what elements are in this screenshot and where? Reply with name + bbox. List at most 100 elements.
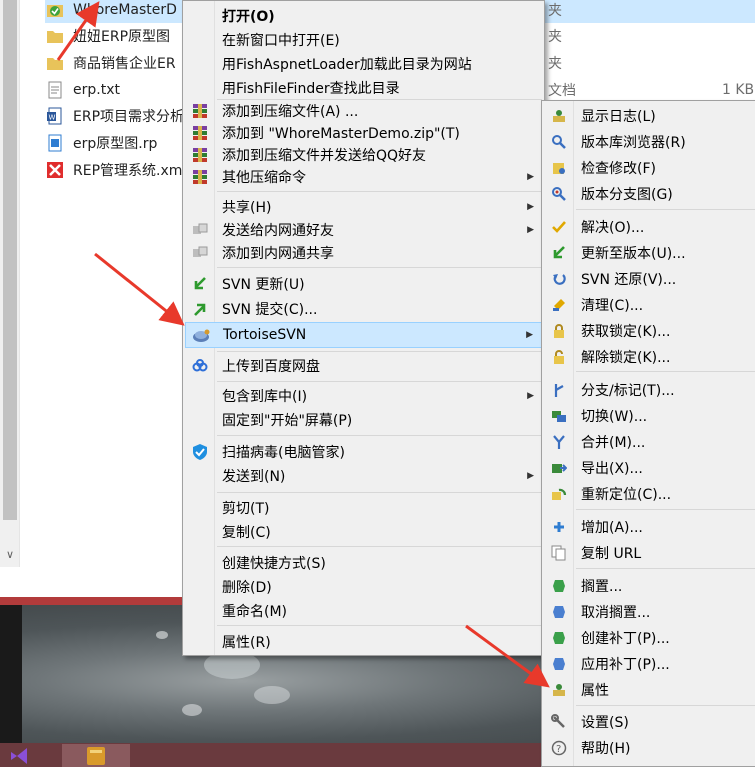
menu-item-share[interactable]: 共享(H) ▶: [185, 195, 542, 219]
vertical-scrollbar[interactable]: ∨: [0, 0, 20, 567]
folder-icon: [45, 26, 65, 46]
svn-item-branch-tag[interactable]: 分支/标记(T)...: [544, 378, 755, 402]
winrar-icon: [191, 168, 209, 186]
menu-item-rename[interactable]: 重命名(M): [185, 599, 542, 623]
menu-item-add-to-zip[interactable]: 添加到 "WhoreMasterDemo.zip"(T): [185, 121, 542, 145]
menu-item-baidu-netdisk[interactable]: 上传到百度网盘: [185, 354, 542, 378]
menu-separator: [217, 435, 542, 436]
menu-item-label: 扫描病毒(电脑管家): [222, 445, 345, 461]
scrollbar-thumb[interactable]: [3, 0, 17, 520]
cleanup-icon: [550, 296, 568, 314]
file-type: 夹: [548, 29, 562, 45]
menu-separator: [217, 191, 542, 192]
file-name: ERP项目需求分析: [73, 109, 185, 125]
menu-item-label: 复制(C): [222, 525, 271, 541]
svn-item-update-to-revision[interactable]: 更新至版本(U)...: [544, 241, 755, 265]
svn-item-resolve[interactable]: 解决(O)...: [544, 215, 755, 239]
svn-item-get-lock[interactable]: 获取锁定(K)...: [544, 319, 755, 343]
svn-item-properties[interactable]: 属性: [544, 678, 755, 702]
svn-item-export[interactable]: 导出(X)...: [544, 456, 755, 480]
menu-item-include-in-library[interactable]: 包含到库中(I) ▶: [185, 384, 542, 408]
menu-item-virus-scan[interactable]: 扫描病毒(电脑管家): [185, 440, 542, 464]
menu-item-label: 添加到 "WhoreMasterDemo.zip"(T): [222, 126, 460, 142]
svg-text:?: ?: [556, 744, 561, 755]
submenu-arrow-icon: ▶: [527, 391, 534, 401]
book-icon: [87, 746, 105, 765]
svn-item-add[interactable]: 增加(A)...: [544, 515, 755, 539]
svn-item-switch[interactable]: 切换(W)...: [544, 404, 755, 428]
menu-item-copy[interactable]: 复制(C): [185, 520, 542, 544]
svn-item-help[interactable]: ? 帮助(H): [544, 736, 755, 760]
menu-item-svn-commit[interactable]: SVN 提交(C)...: [185, 297, 542, 321]
menu-item-open-new-window[interactable]: 在新窗口中打开(E): [185, 28, 542, 52]
svn-item-cleanup[interactable]: 清理(C)...: [544, 293, 755, 317]
menu-item-label: 添加到压缩文件(A) ...: [222, 104, 359, 120]
unlock-icon: [550, 348, 568, 366]
export-icon: [550, 459, 568, 477]
menu-item-label: 显示日志(L): [581, 109, 656, 125]
visual-studio-icon[interactable]: [0, 744, 40, 767]
menu-item-cut[interactable]: 剪切(T): [185, 496, 542, 520]
svn-item-copy-url[interactable]: 复制 URL: [544, 541, 755, 565]
svn-item-shelve[interactable]: 搁置...: [544, 574, 755, 598]
menu-item-label: 解除锁定(K)...: [581, 350, 671, 366]
svn-item-create-patch[interactable]: 创建补丁(P)...: [544, 626, 755, 650]
menu-item-open[interactable]: 打开(O): [185, 4, 542, 28]
svn-item-show-log[interactable]: 显示日志(L): [544, 104, 755, 128]
menu-item-add-to-lan-share[interactable]: 添加到内网通共享: [185, 241, 542, 265]
svn-item-revert[interactable]: SVN 还原(V)...: [544, 267, 755, 291]
revision-graph-icon: [550, 185, 568, 203]
xmind-file-icon: [45, 160, 65, 180]
svn-item-release-lock[interactable]: 解除锁定(K)...: [544, 345, 755, 369]
menu-item-label: 用FishAspnetLoader加载此目录为网站: [222, 57, 472, 73]
menu-item-label: 重新定位(C)...: [581, 487, 672, 503]
menu-item-label: 版本库浏览器(R): [581, 135, 686, 151]
file-name: WhoreMasterD: [73, 2, 177, 18]
menu-item-send-to-lan-friend[interactable]: 发送给内网通好友 ▶: [185, 218, 542, 242]
menu-item-delete[interactable]: 删除(D): [185, 575, 542, 599]
svn-item-repo-browser[interactable]: 版本库浏览器(R): [544, 130, 755, 154]
svn-item-unshelve[interactable]: 取消搁置...: [544, 600, 755, 624]
menu-item-properties[interactable]: 属性(R): [185, 630, 542, 654]
menu-item-label: 发送给内网通好友: [222, 223, 334, 239]
menu-item-label: 固定到"开始"屏幕(P): [222, 413, 353, 429]
relocate-icon: [550, 485, 568, 503]
tortoisesvn-submenu: 显示日志(L) 版本库浏览器(R) 检查修改(F) 版本分支图(G) 解决(O)…: [541, 100, 755, 767]
menu-item-pin-to-start[interactable]: 固定到"开始"屏幕(P): [185, 408, 542, 432]
svn-item-check-modifications[interactable]: 检查修改(F): [544, 156, 755, 180]
menu-item-fishfilefinder[interactable]: 用FishFileFinder查找此目录: [185, 76, 542, 100]
resolve-icon: [550, 218, 568, 236]
menu-item-label: 更新至版本(U)...: [581, 246, 686, 262]
svn-item-merge[interactable]: 合并(M)...: [544, 430, 755, 454]
menu-item-add-to-archive[interactable]: 添加到压缩文件(A) ...: [185, 99, 542, 123]
submenu-arrow-icon: ▶: [527, 225, 534, 235]
menu-item-label: 帮助(H): [581, 741, 631, 757]
svn-item-relocate[interactable]: 重新定位(C)...: [544, 482, 755, 506]
file-size: 1 KB: [722, 82, 755, 98]
shelve-icon: [550, 577, 568, 595]
menu-item-create-shortcut[interactable]: 创建快捷方式(S): [185, 551, 542, 575]
file-type: 夹: [548, 56, 562, 72]
menu-item-label: 发送到(N): [222, 469, 286, 485]
file-name: 商品销售企业ER: [73, 56, 176, 72]
submenu-arrow-icon: ▶: [527, 202, 534, 212]
svn-item-apply-patch[interactable]: 应用补丁(P)...: [544, 652, 755, 676]
menu-item-archive-send-qq[interactable]: 添加到压缩文件并发送给QQ好友: [185, 143, 542, 167]
menu-item-tortoisesvn[interactable]: TortoiseSVN ▶: [185, 322, 542, 348]
menu-item-other-compress[interactable]: 其他压缩命令 ▶: [185, 165, 542, 189]
svn-commit-icon: [191, 300, 209, 318]
scroll-down-arrow-icon[interactable]: ∨: [3, 548, 17, 564]
menu-item-fishaspnetloader[interactable]: 用FishAspnetLoader加载此目录为网站: [185, 52, 542, 76]
menu-separator: [576, 371, 755, 372]
menu-separator: [217, 351, 542, 352]
menu-item-label: 获取锁定(K)...: [581, 324, 671, 340]
menu-item-svn-update[interactable]: SVN 更新(U): [185, 272, 542, 296]
menu-separator: [217, 381, 542, 382]
winrar-icon: [191, 102, 209, 120]
taskbar-app-button[interactable]: [62, 744, 130, 767]
menu-item-send-to[interactable]: 发送到(N) ▶: [185, 464, 542, 488]
svn-item-revision-graph[interactable]: 版本分支图(G): [544, 182, 755, 206]
winrar-icon: [191, 146, 209, 164]
submenu-arrow-icon: ▶: [527, 172, 534, 182]
svn-item-settings[interactable]: 设置(S): [544, 710, 755, 734]
